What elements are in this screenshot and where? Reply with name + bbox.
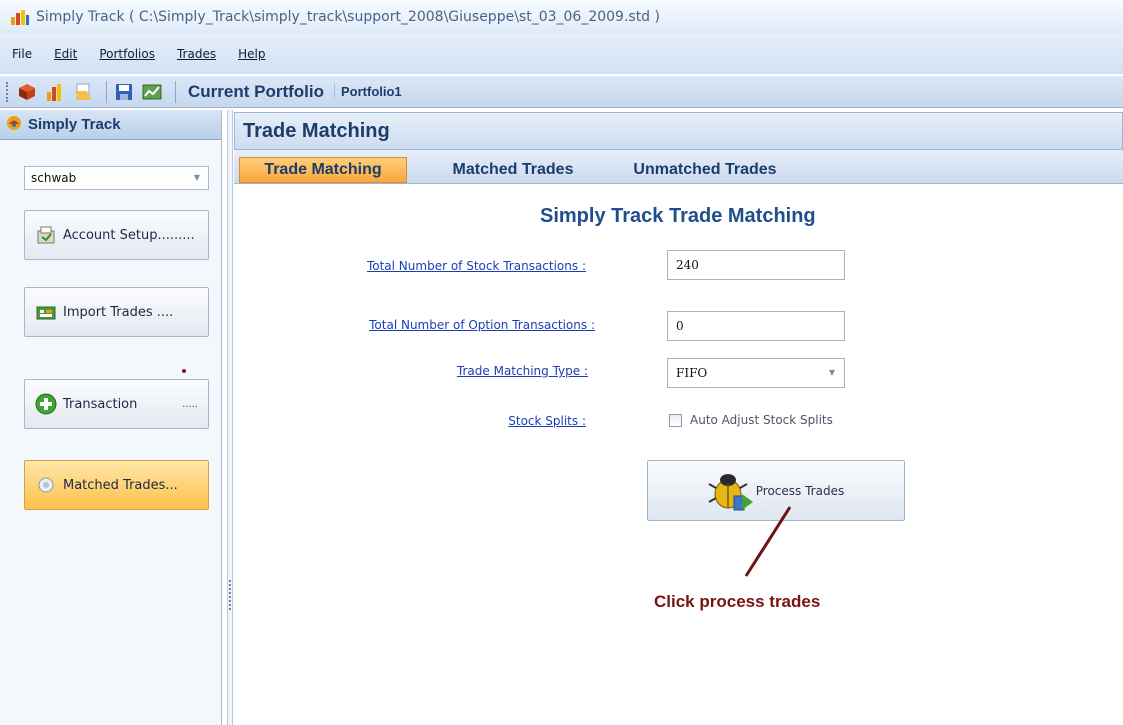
annotation-arrow-line [744,506,792,577]
annotation-text: Click process trades [654,592,821,611]
